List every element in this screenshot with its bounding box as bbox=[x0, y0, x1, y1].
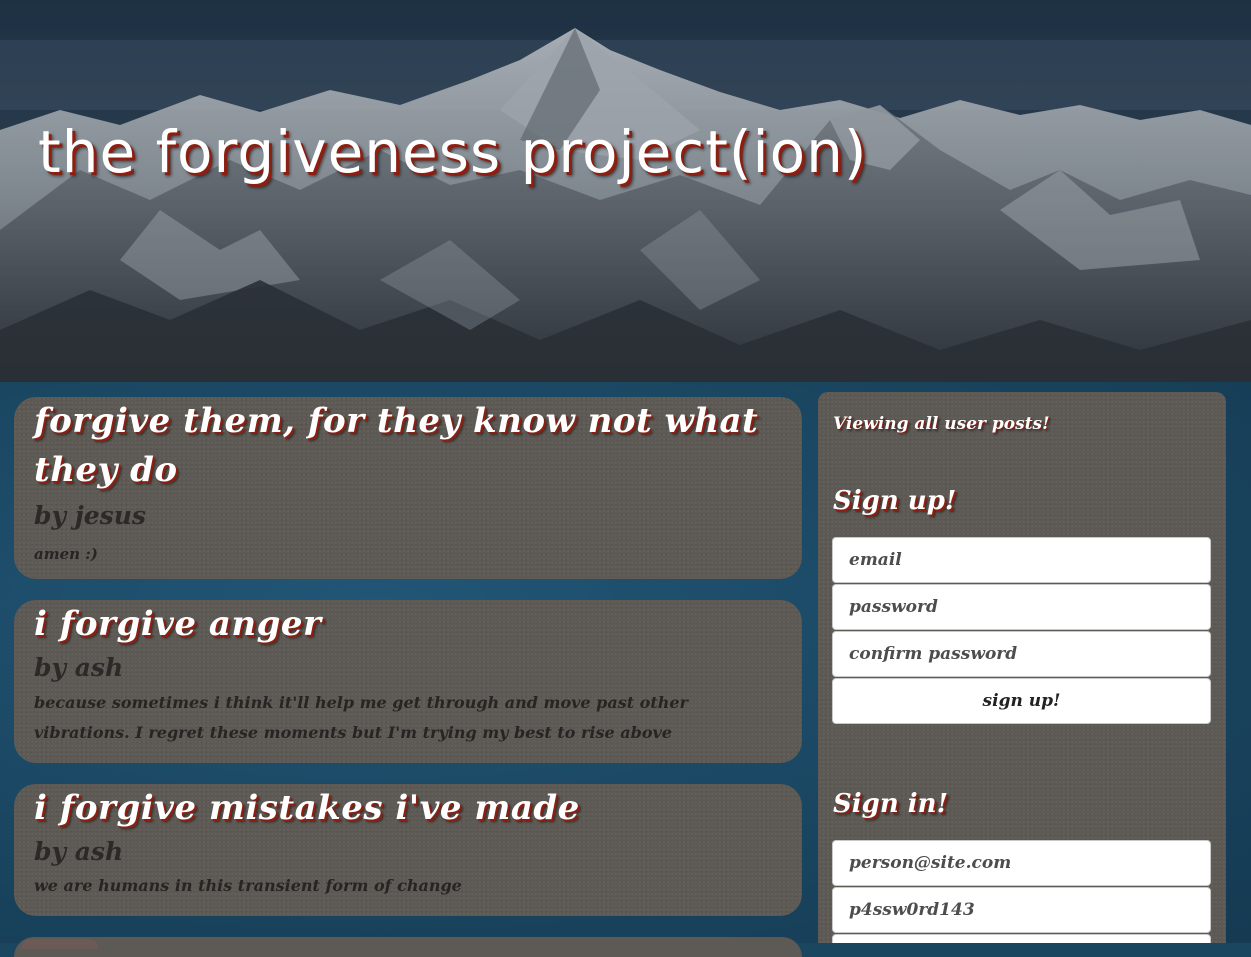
post-author: by jesus bbox=[34, 501, 146, 530]
signin-button-partial[interactable] bbox=[832, 934, 1211, 943]
signin-password-input[interactable] bbox=[832, 887, 1211, 933]
post-body: because sometimes i think it'll help me … bbox=[34, 693, 688, 742]
mountain-range-image bbox=[0, 0, 1251, 382]
signup-confirm-password-input[interactable] bbox=[832, 631, 1211, 677]
post-author: by ash bbox=[34, 837, 124, 866]
signup-password-input[interactable] bbox=[832, 584, 1211, 630]
signin-heading: Sign in! bbox=[833, 789, 948, 819]
post-card-partial bbox=[14, 937, 802, 957]
signup-button[interactable]: sign up! bbox=[832, 678, 1211, 724]
post-card: i forgive mistakes i've made by ash we a… bbox=[14, 784, 802, 916]
post-title: i forgive anger bbox=[34, 604, 322, 644]
site-title: the forgiveness project(ion) bbox=[38, 118, 868, 186]
signup-heading: Sign up! bbox=[833, 486, 957, 516]
post-title: forgive them, for they know not what the… bbox=[34, 401, 759, 490]
sidebar: Viewing all user posts! Sign up! sign up… bbox=[818, 392, 1226, 943]
post-body: we are humans in this transient form of … bbox=[34, 876, 462, 895]
post-title: i forgive mistakes i've made bbox=[34, 788, 580, 828]
post-card-partial-tab bbox=[22, 939, 98, 949]
signin-email-input[interactable] bbox=[832, 840, 1211, 886]
post-card: forgive them, for they know not what the… bbox=[14, 397, 802, 579]
post-author: by ash bbox=[34, 653, 124, 682]
post-body: amen :) bbox=[34, 545, 98, 563]
site-header: the forgiveness project(ion) bbox=[0, 0, 1251, 382]
viewing-note: Viewing all user posts! bbox=[833, 414, 1050, 434]
signup-email-input[interactable] bbox=[832, 537, 1211, 583]
post-card: i forgive anger by ash because sometimes… bbox=[14, 600, 802, 763]
